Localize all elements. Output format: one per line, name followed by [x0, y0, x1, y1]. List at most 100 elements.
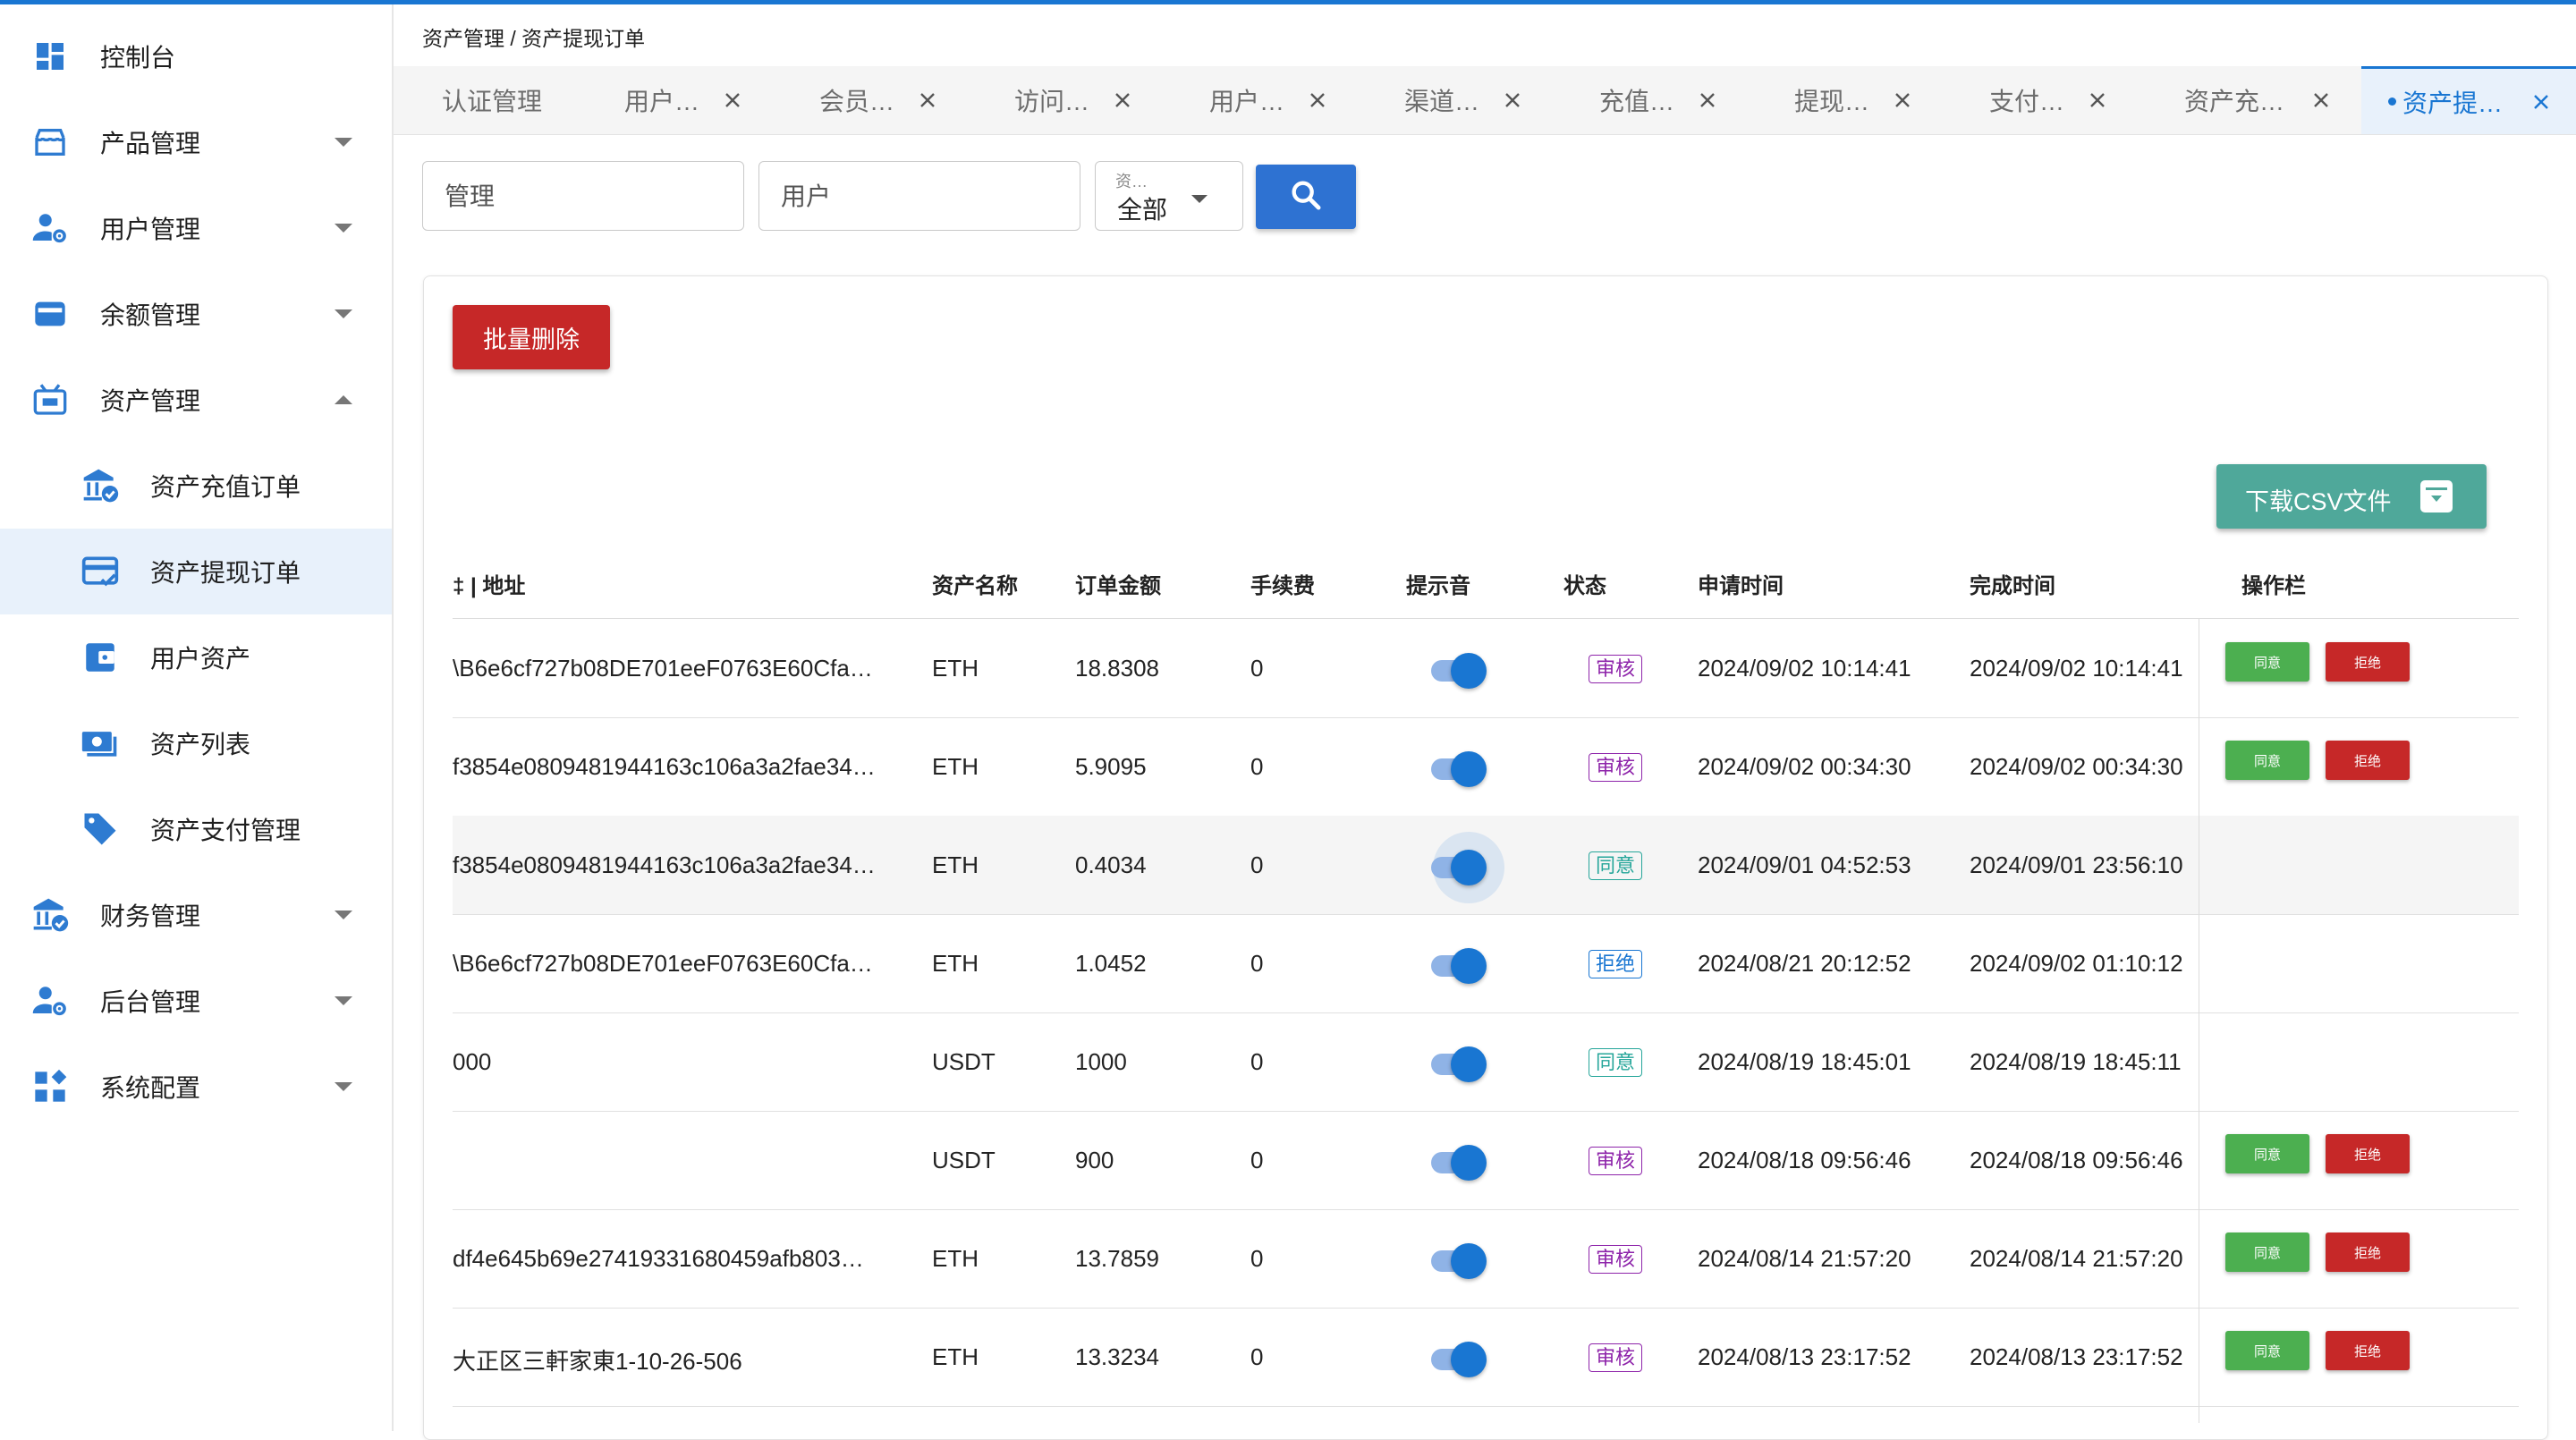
col-header-address: ‡ | 地址 [453, 574, 526, 598]
tab-channels[interactable]: 渠道… [1404, 66, 1520, 134]
sound-toggle[interactable] [1424, 1045, 1487, 1082]
table-row[interactable]: f3854e0809481944163c106a3a2fae34… ETH 5.… [453, 717, 2519, 817]
approve-button[interactable]: 同意 [2225, 1134, 2309, 1173]
tab-auth[interactable]: 认证管理 [442, 66, 542, 134]
cell-asset: ETH [932, 1245, 979, 1272]
cell-done-time: 2024/08/14 21:57:20 [1970, 1245, 2183, 1272]
tab-asset-withdraw[interactable]: 资产提… [2361, 66, 2576, 134]
user-filter-field [758, 161, 1080, 231]
sound-toggle[interactable] [1424, 946, 1487, 984]
table-row[interactable]: f3854e0809481944163c106a3a2fae34… ETH 0.… [453, 816, 2519, 915]
reject-button[interactable]: 拒绝 [2326, 642, 2410, 682]
close-icon[interactable] [1113, 90, 1132, 110]
reject-button[interactable]: 拒绝 [2326, 1134, 2410, 1173]
cell-apply-time: 2024/08/13 23:17:52 [1698, 1343, 1911, 1370]
approve-button[interactable]: 同意 [2225, 1232, 2309, 1272]
sidebar-item-label: 资产提现订单 [150, 559, 301, 587]
sidebar-item-asset-list[interactable]: 资产列表 [0, 700, 392, 786]
col-header-amount: 订单金额 [1075, 574, 1161, 598]
reject-button[interactable]: 拒绝 [2326, 1232, 2410, 1272]
sidebar-item-dashboard[interactable]: 控制台 [0, 13, 392, 99]
sound-toggle[interactable] [1424, 750, 1487, 787]
tab-asset-deposit[interactable]: 资产充… [2184, 66, 2328, 134]
close-icon[interactable] [1308, 90, 1327, 110]
sidebar-item-asset-payment[interactable]: 资产支付管理 [0, 786, 392, 872]
sound-toggle[interactable] [1424, 651, 1487, 689]
status-badge: 拒绝 [1589, 950, 1643, 978]
cell-apply-time: 2024/08/19 18:45:01 [1698, 1048, 1911, 1075]
close-icon[interactable] [2088, 90, 2107, 110]
sidebar-item-assets[interactable]: 资产管理 [0, 357, 392, 443]
cell-amount: 1.0452 [1075, 950, 1147, 977]
toggle-thumb [1451, 948, 1487, 984]
sidebar-item-asset-deposit-orders[interactable]: 资产充值订单 [0, 443, 392, 529]
sidebar-item-finance[interactable]: 财务管理 [0, 872, 392, 958]
sidebar-item-users[interactable]: 用户管理 [0, 185, 392, 271]
user-search-input[interactable] [779, 182, 1051, 212]
sidebar-item-balance[interactable]: 余额管理 [0, 271, 392, 357]
sound-toggle[interactable] [1424, 1143, 1487, 1181]
table-row[interactable]: USDT 900 0 审核 2024/08/18 09:56:46 2024/0… [453, 1111, 2519, 1210]
close-icon[interactable] [2311, 90, 2331, 110]
cell-address: \B6e6cf727b08DE701eeF0763E60Cfa… [453, 950, 873, 977]
sound-toggle[interactable] [1424, 1241, 1487, 1279]
wallet-icon [80, 638, 120, 677]
status-badge: 审核 [1589, 753, 1643, 782]
table-row[interactable]: 000 USDT 1000 0 同意 2024/08/19 18:45:01 2… [453, 1012, 2519, 1112]
asset-select[interactable]: 资… 全部 [1095, 161, 1243, 231]
select-value: 全部 [1117, 196, 1168, 224]
search-button[interactable] [1256, 165, 1356, 229]
sidebar-item-label: 财务管理 [100, 902, 201, 930]
dashboard-icon [30, 37, 70, 76]
approve-button[interactable]: 同意 [2225, 1331, 2309, 1370]
table-row[interactable]: \B6e6cf727b08DE701eeF0763E60Cfa… ETH 18.… [453, 619, 2519, 718]
download-csv-button[interactable]: 下载CSV文件 [2216, 464, 2487, 529]
reject-button[interactable]: 拒绝 [2326, 741, 2410, 780]
sidebar-item-user-assets[interactable]: 用户资产 [0, 614, 392, 700]
sound-toggle[interactable] [1424, 1340, 1487, 1377]
tab-label: 用户… [624, 88, 700, 115]
manage-search-input[interactable] [443, 182, 715, 212]
tab-label: 充值… [1599, 88, 1675, 115]
col-header-sound: 提示音 [1406, 574, 1470, 598]
approve-button[interactable]: 同意 [2225, 741, 2309, 780]
cell-amount: 900 [1075, 1147, 1114, 1173]
sidebar-item-system[interactable]: 系统配置 [0, 1044, 392, 1130]
tab-visits[interactable]: 访问… [1014, 66, 1130, 134]
table-row[interactable]: \B6e6cf727b08DE701eeF0763E60Cfa… ETH 1.0… [453, 914, 2519, 1013]
status-badge: 审核 [1589, 655, 1643, 683]
col-header-done-time: 完成时间 [1970, 574, 2055, 598]
close-icon[interactable] [1893, 90, 1912, 110]
sidebar-item-admin[interactable]: 后台管理 [0, 958, 392, 1044]
card-check-icon [80, 552, 120, 591]
sidebar-item-asset-withdraw-orders[interactable]: 资产提现订单 [0, 529, 392, 614]
batch-delete-button[interactable]: 批量删除 [453, 305, 610, 369]
col-header-status: 状态 [1563, 574, 1606, 598]
tab-label: 支付… [1989, 88, 2065, 115]
tab-withdraw[interactable]: 提现… [1794, 66, 1910, 134]
status-badge: 同意 [1589, 1048, 1643, 1077]
close-icon[interactable] [1503, 90, 1522, 110]
close-icon[interactable] [723, 90, 742, 110]
table-row[interactable]: 大正区三軒家東1-10-26-506 ETH 13.3234 0 审核 2024… [453, 1308, 2519, 1407]
table-row[interactable]: df4e645b69e27419331680459afb803… ETH 13.… [453, 1209, 2519, 1309]
sound-toggle[interactable] [1424, 832, 1504, 903]
tab-recharge[interactable]: 充值… [1599, 66, 1715, 134]
approve-button[interactable]: 同意 [2225, 642, 2309, 682]
cell-apply-time: 2024/08/14 21:57:20 [1698, 1245, 1911, 1272]
cell-fee: 0 [1250, 1147, 1264, 1173]
cell-done-time: 2024/08/18 09:56:46 [1970, 1147, 2183, 1173]
tab-users[interactable]: 用户… [624, 66, 740, 134]
tab-users-2[interactable]: 用户… [1209, 66, 1325, 134]
close-icon[interactable] [2531, 92, 2551, 112]
sidebar-item-products[interactable]: 产品管理 [0, 99, 392, 185]
tab-payment[interactable]: 支付… [1989, 66, 2105, 134]
cell-address: 大正区三軒家東1-10-26-506 [453, 1348, 742, 1375]
manage-filter-field [422, 161, 744, 231]
reject-button[interactable]: 拒绝 [2326, 1331, 2410, 1370]
sidebar-item-label: 余额管理 [100, 301, 201, 329]
close-icon[interactable] [1698, 90, 1717, 110]
cell-asset: USDT [932, 1147, 996, 1173]
tab-members[interactable]: 会员… [819, 66, 935, 134]
close-icon[interactable] [918, 90, 937, 110]
